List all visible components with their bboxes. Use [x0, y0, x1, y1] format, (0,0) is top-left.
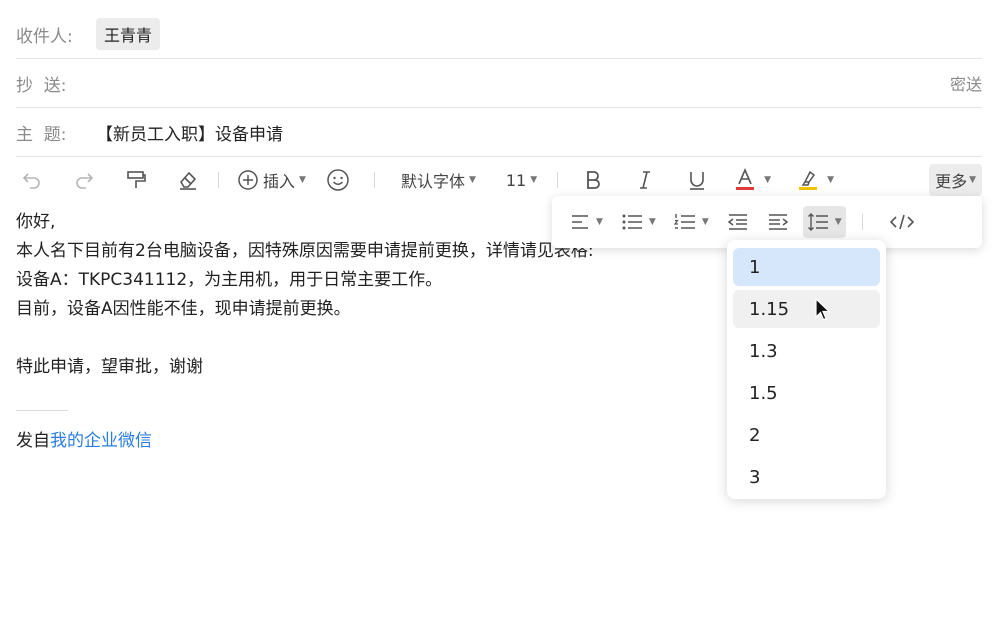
bullet-list-button[interactable]: ▼ [617, 206, 660, 238]
cc-row[interactable]: 抄 送: 密送 [16, 59, 982, 108]
format-painter-button[interactable] [120, 164, 152, 196]
chevron-down-icon: ▼ [530, 175, 538, 185]
subject-label: 主 题: [16, 124, 67, 145]
subject-row[interactable]: 主 题: 【新员工入职】设备申请 [16, 108, 982, 157]
chevron-down-icon: ▼ [834, 217, 842, 227]
insert-button[interactable]: 插入 ▼ [237, 164, 306, 196]
numbered-list-button[interactable]: ▼ [670, 206, 713, 238]
line-spacing-icon [807, 213, 828, 231]
body-line: 设备A：TKPC341112，为主用机，用于日常主要工作。 [16, 270, 443, 290]
bcc-button[interactable]: 密送 [950, 71, 982, 95]
toolbar-divider [218, 172, 219, 188]
font-size-select[interactable]: 11 ▼ [506, 164, 537, 196]
line-spacing-option[interactable]: 1 [733, 248, 880, 286]
font-color-button[interactable]: ▼ [734, 164, 771, 196]
chevron-down-icon: ▼ [701, 217, 709, 227]
line-spacing-option[interactable]: 1.15 [733, 290, 880, 328]
recipient-chip[interactable]: 王青青 [96, 18, 161, 50]
chevron-down-icon: ▼ [468, 175, 476, 185]
font-family-select[interactable]: 默认字体 ▼ [401, 164, 476, 196]
toolbar-divider [373, 172, 375, 188]
body-line: 特此申请，望审批，谢谢 [16, 357, 203, 377]
align-button[interactable]: ▼ [566, 206, 607, 238]
line-spacing-dropdown: 1 1.15 1.3 1.5 2 3 [727, 240, 886, 499]
chevron-down-icon: ▼ [764, 175, 772, 185]
cc-label: 抄 送: [16, 75, 67, 96]
more-button[interactable]: 更多 ▼ [929, 164, 982, 196]
recipient-row: 收件人: 王青青 [16, 10, 982, 59]
highlight-color-button[interactable]: ▼ [797, 164, 834, 196]
editor-toolbar: 插入 ▼ 默认字体 ▼ 11 ▼ ▼ ▼ 更多 ▼ [16, 162, 982, 198]
panel-divider [861, 214, 863, 230]
align-left-icon [572, 215, 588, 229]
font-color-icon [736, 168, 755, 190]
numbered-list-icon [673, 214, 695, 229]
redo-button[interactable] [68, 164, 100, 196]
bold-button[interactable] [578, 164, 608, 196]
emoji-button[interactable] [326, 164, 350, 196]
to-label: 收件人: [16, 26, 73, 47]
undo-button[interactable] [16, 164, 48, 196]
more-label: 更多 [935, 172, 968, 191]
signature-link[interactable]: 我的企业微信 [50, 431, 152, 451]
chevron-down-icon: ▼ [969, 175, 976, 185]
source-code-button[interactable] [885, 206, 919, 238]
highlighter-icon [799, 170, 818, 190]
format-painter-icon [127, 171, 146, 188]
body-line: 目前，设备A因性能不佳，现申请提前更换。 [16, 299, 351, 319]
signature: 发自我的企业微信 [16, 426, 152, 451]
body-line: 本人名下目前有2台电脑设备，因特殊原因需要申请提前更换，详情请见表格: [16, 241, 594, 261]
line-spacing-button[interactable]: ▼ [802, 206, 846, 238]
clear-format-button[interactable] [172, 164, 204, 196]
underline-button[interactable] [682, 164, 712, 196]
bullet-list-icon [622, 214, 642, 230]
smiley-icon [327, 169, 349, 191]
indent-button[interactable] [763, 206, 793, 238]
underline-icon [690, 172, 705, 190]
chevron-down-icon: ▼ [299, 175, 306, 185]
toolbar-divider [557, 172, 559, 188]
line-spacing-option[interactable]: 1.5 [733, 374, 880, 412]
signature-divider [16, 410, 68, 411]
bold-icon [587, 171, 601, 189]
plus-circle-icon [238, 170, 258, 190]
chevron-down-icon: ▼ [648, 217, 656, 227]
signature-prefix: 发自 [16, 431, 50, 451]
indent-icon [768, 214, 789, 230]
line-spacing-option[interactable]: 3 [733, 458, 880, 496]
font-size-value: 11 [505, 170, 527, 190]
undo-icon [22, 173, 40, 189]
eraser-icon [180, 171, 197, 190]
font-family-value: 默认字体 [400, 172, 465, 191]
italic-button[interactable] [630, 164, 660, 196]
outdent-icon [727, 214, 747, 230]
email-body[interactable]: 你好, 本人名下目前有2台电脑设备，因特殊原因需要申请提前更换，详情请见表格: … [16, 208, 594, 382]
mouse-cursor-icon [815, 298, 831, 321]
code-icon [889, 214, 914, 230]
line-spacing-option[interactable]: 1.3 [733, 332, 880, 370]
chevron-down-icon: ▼ [596, 217, 603, 227]
italic-icon [640, 171, 651, 189]
body-line: 你好, [16, 212, 56, 232]
outdent-button[interactable] [723, 206, 753, 238]
subject-input[interactable]: 【新员工入职】设备申请 [96, 120, 283, 145]
line-spacing-option[interactable]: 2 [733, 416, 880, 454]
chevron-down-icon: ▼ [827, 175, 834, 185]
insert-label: 插入 [263, 172, 296, 191]
redo-icon [76, 173, 94, 189]
